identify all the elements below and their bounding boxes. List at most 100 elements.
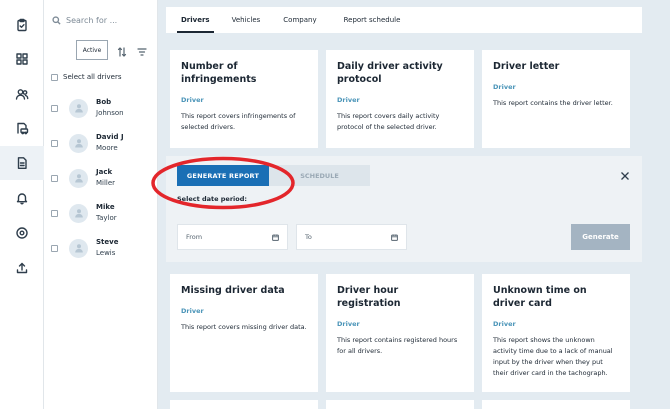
person-icon: [74, 104, 83, 113]
card-title: Missing driver data: [181, 285, 285, 296]
report-category-tabs: Drivers Vehicles Company Report schedule: [166, 7, 642, 33]
icon-rail: [0, 0, 44, 409]
generate-report-tab[interactable]: GENERATE REPORT: [177, 165, 269, 186]
close-icon: [621, 172, 629, 180]
card-description: This report covers missing driver data.: [181, 323, 307, 331]
rail-locations[interactable]: [0, 216, 44, 250]
card-description: This report contains registered hours fo…: [337, 336, 458, 355]
driver-last-name: Taylor: [96, 214, 117, 222]
clipboard-icon: [17, 18, 27, 32]
rail-dashboard[interactable]: [0, 42, 44, 76]
card-subject: Driver: [181, 307, 204, 315]
report-card-hour-registration[interactable]: Driver hour registration Driver This rep…: [326, 274, 474, 392]
tab-company[interactable]: Company: [283, 7, 316, 33]
to-placeholder: To: [305, 233, 312, 241]
driver-first-name: Steve: [96, 238, 119, 246]
driver-last-name: Moore: [96, 144, 118, 152]
reports-document-icon: [17, 157, 27, 169]
close-panel-button[interactable]: [618, 168, 632, 182]
card-description: This report shows the unknown activity t…: [493, 336, 613, 377]
card-description: This report covers infringements of sele…: [181, 112, 296, 131]
card-title: Driver hour registration: [337, 285, 401, 309]
card-description: This report covers daily activity protoc…: [337, 112, 440, 131]
select-all-row[interactable]: Select all drivers: [51, 73, 121, 81]
rail-notifications[interactable]: [0, 181, 44, 215]
tab-report-schedule[interactable]: Report schedule: [344, 7, 401, 33]
driver-last-name: Johnson: [96, 109, 124, 117]
driver-checkbox[interactable]: [51, 244, 58, 252]
avatar: [69, 203, 88, 223]
location-pin-icon: [16, 227, 28, 239]
report-card-infringements[interactable]: Number of infringements Driver This repo…: [170, 50, 318, 148]
calendar-icon: [272, 234, 279, 241]
sort-arrows-icon: [117, 47, 127, 57]
tab-vehicles[interactable]: Vehicles: [232, 7, 261, 33]
select-all-label: Select all drivers: [63, 73, 122, 81]
report-card-missing-data[interactable]: Missing driver data Driver This report c…: [170, 274, 318, 392]
rail-vehicles[interactable]: [0, 111, 44, 145]
driver-row-1[interactable]: David J Moore: [51, 126, 155, 160]
driver-first-name: Mike: [96, 203, 115, 211]
rail-users[interactable]: [0, 77, 44, 111]
driver-checkbox[interactable]: [51, 104, 58, 112]
bell-icon: [16, 193, 28, 205]
card-title: Number of infringements: [181, 61, 257, 85]
card-title: Unknown time on driver card: [493, 285, 587, 309]
to-date-input[interactable]: To: [296, 224, 407, 250]
driver-last-name: Lewis: [96, 249, 116, 257]
select-all-checkbox[interactable]: [51, 73, 58, 81]
person-icon: [74, 174, 83, 183]
report-card-driver-letter[interactable]: Driver letter Driver This report contain…: [482, 50, 630, 148]
card-subject: Driver: [493, 320, 516, 328]
from-date-input[interactable]: From: [177, 224, 288, 250]
users-icon: [15, 89, 29, 100]
avatar: [69, 168, 88, 188]
report-card-unknown-time[interactable]: Unknown time on driver card Driver This …: [482, 274, 630, 392]
driver-row-2[interactable]: Jack Miller: [51, 161, 155, 195]
person-icon: [74, 139, 83, 148]
card-subject: Driver: [337, 320, 360, 328]
active-filter-chip[interactable]: Active: [76, 40, 108, 60]
schedule-tab[interactable]: SCHEDULE: [269, 165, 370, 186]
generate-report-panel: GENERATE REPORT SCHEDULE Select date per…: [166, 156, 642, 262]
filter-lines-icon: [137, 48, 147, 56]
card-description: This report contains the driver letter.: [493, 99, 613, 107]
rail-reports[interactable]: [0, 146, 44, 180]
tab-drivers[interactable]: Drivers: [177, 7, 214, 33]
report-card-partial[interactable]: [482, 400, 630, 409]
card-subject: Driver: [337, 96, 360, 104]
card-title: Daily driver activity protocol: [337, 61, 443, 85]
rail-upload[interactable]: [0, 251, 44, 285]
driver-first-name: David J: [96, 133, 124, 141]
driver-row-3[interactable]: Mike Taylor: [51, 196, 155, 230]
rail-clipboard[interactable]: [0, 8, 44, 42]
driver-list-panel: Search for ... Active Select all drivers…: [44, 0, 158, 409]
from-placeholder: From: [186, 233, 203, 241]
card-subject: Driver: [493, 83, 516, 91]
driver-checkbox[interactable]: [51, 209, 58, 217]
driver-last-name: Miller: [96, 179, 116, 187]
generate-button[interactable]: Generate: [571, 224, 630, 250]
report-card-partial[interactable]: [170, 400, 318, 409]
driver-checkbox[interactable]: [51, 174, 58, 182]
card-title: Driver letter: [493, 61, 560, 72]
report-card-daily-activity[interactable]: Daily driver activity protocol Driver Th…: [326, 50, 474, 148]
driver-row-0[interactable]: Bob Johnson: [51, 91, 155, 125]
filter-button[interactable]: [136, 43, 148, 56]
driver-checkbox[interactable]: [51, 139, 58, 147]
driver-first-name: Jack: [96, 168, 113, 176]
search-input[interactable]: Search for ...: [52, 12, 152, 28]
avatar: [69, 238, 88, 258]
avatar: [69, 133, 88, 153]
search-icon: [52, 15, 61, 25]
person-icon: [74, 244, 83, 253]
driver-row-4[interactable]: Steve Lewis: [51, 231, 155, 265]
card-subject: Driver: [181, 96, 204, 104]
dashboard-grid-icon: [16, 53, 28, 65]
avatar: [69, 98, 88, 118]
report-card-partial[interactable]: [326, 400, 474, 409]
sort-button[interactable]: [116, 43, 128, 57]
search-placeholder: Search for ...: [66, 15, 118, 25]
upload-icon: [16, 262, 28, 274]
vehicle-document-icon: [17, 122, 29, 135]
